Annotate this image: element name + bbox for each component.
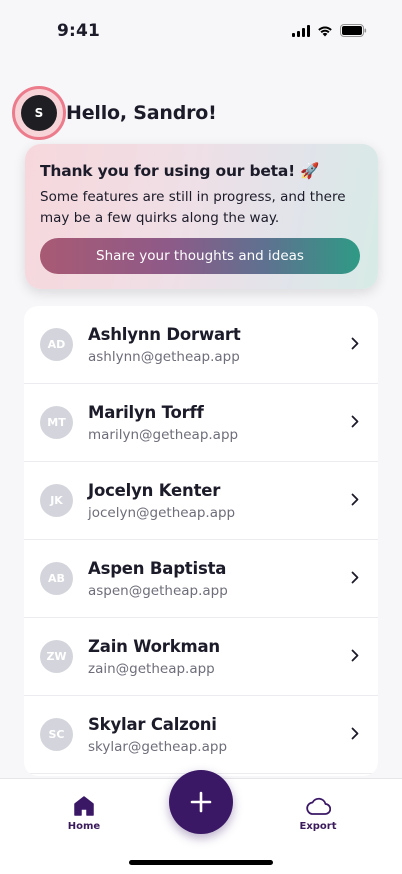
share-feedback-button[interactable]: Share your thoughts and ideas — [40, 238, 360, 274]
contact-email: marilyn@getheap.app — [88, 427, 239, 443]
list-item[interactable]: ZW Zain Workman zain@getheap.app — [24, 618, 378, 696]
beta-card-body: Some features are still in progress, and… — [40, 189, 346, 226]
home-icon — [74, 796, 94, 816]
list-item[interactable]: AB Aspen Baptista aspen@getheap.app — [24, 540, 378, 618]
contact-avatar: AD — [40, 328, 73, 361]
contact-avatar: SC — [40, 718, 73, 751]
cellular-signal-icon — [292, 24, 310, 37]
nav-home-label: Home — [67, 821, 101, 832]
contact-avatar: JK — [40, 484, 73, 517]
contact-email: zain@getheap.app — [88, 661, 215, 677]
nav-home[interactable]: Home — [49, 796, 119, 832]
status-bar: 9:41 — [0, 0, 402, 56]
wifi-icon — [318, 25, 332, 36]
nav-export-label: Export — [299, 821, 337, 832]
greeting: S Hello, Sandro! — [12, 86, 217, 140]
nav-export[interactable]: Export — [283, 796, 353, 832]
contact-email: ashlynn@getheap.app — [88, 349, 240, 365]
contact-email: aspen@getheap.app — [88, 583, 228, 599]
list-item[interactable]: JK Jocelyn Kenter jocelyn@getheap.app — [24, 462, 378, 540]
contact-avatar: AB — [40, 562, 73, 595]
contact-avatar: MT — [40, 406, 73, 439]
status-time: 9:41 — [57, 21, 101, 41]
contact-avatar: ZW — [40, 640, 73, 673]
contact-list: AD Ashlynn Dorwart ashlynn@getheap.app M… — [24, 306, 378, 776]
chevron-right-icon — [351, 493, 359, 506]
chevron-right-icon — [351, 727, 359, 740]
list-item[interactable]: AD Ashlynn Dorwart ashlynn@getheap.app — [24, 306, 378, 384]
beta-card-title: Thank you for using our beta! 🚀 — [40, 162, 320, 180]
avatar[interactable]: S — [12, 86, 66, 140]
greeting-text: Hello, Sandro! — [66, 102, 217, 124]
add-button[interactable] — [169, 770, 233, 834]
cloud-icon — [306, 797, 331, 815]
contact-name: Jocelyn Kenter — [88, 481, 221, 500]
contact-name: Ashlynn Dorwart — [88, 325, 241, 344]
avatar-initial: S — [21, 95, 57, 131]
status-icons — [292, 24, 367, 37]
list-item[interactable]: SC Skylar Calzoni skylar@getheap.app — [24, 696, 378, 774]
contact-name: Zain Workman — [88, 637, 220, 656]
list-item[interactable]: MT Marilyn Torff marilyn@getheap.app — [24, 384, 378, 462]
chevron-right-icon — [351, 337, 359, 350]
battery-icon — [340, 24, 367, 37]
home-indicator — [129, 860, 273, 865]
contact-email: skylar@getheap.app — [88, 739, 228, 755]
chevron-right-icon — [351, 649, 359, 662]
chevron-right-icon — [351, 571, 359, 584]
contact-name: Marilyn Torff — [88, 403, 204, 422]
plus-icon — [190, 791, 212, 813]
contact-email: jocelyn@getheap.app — [88, 505, 236, 521]
contact-name: Skylar Calzoni — [88, 715, 217, 734]
contact-name: Aspen Baptista — [88, 559, 227, 578]
beta-card: Thank you for using our beta! 🚀 Some fea… — [25, 144, 378, 289]
chevron-right-icon — [351, 415, 359, 428]
